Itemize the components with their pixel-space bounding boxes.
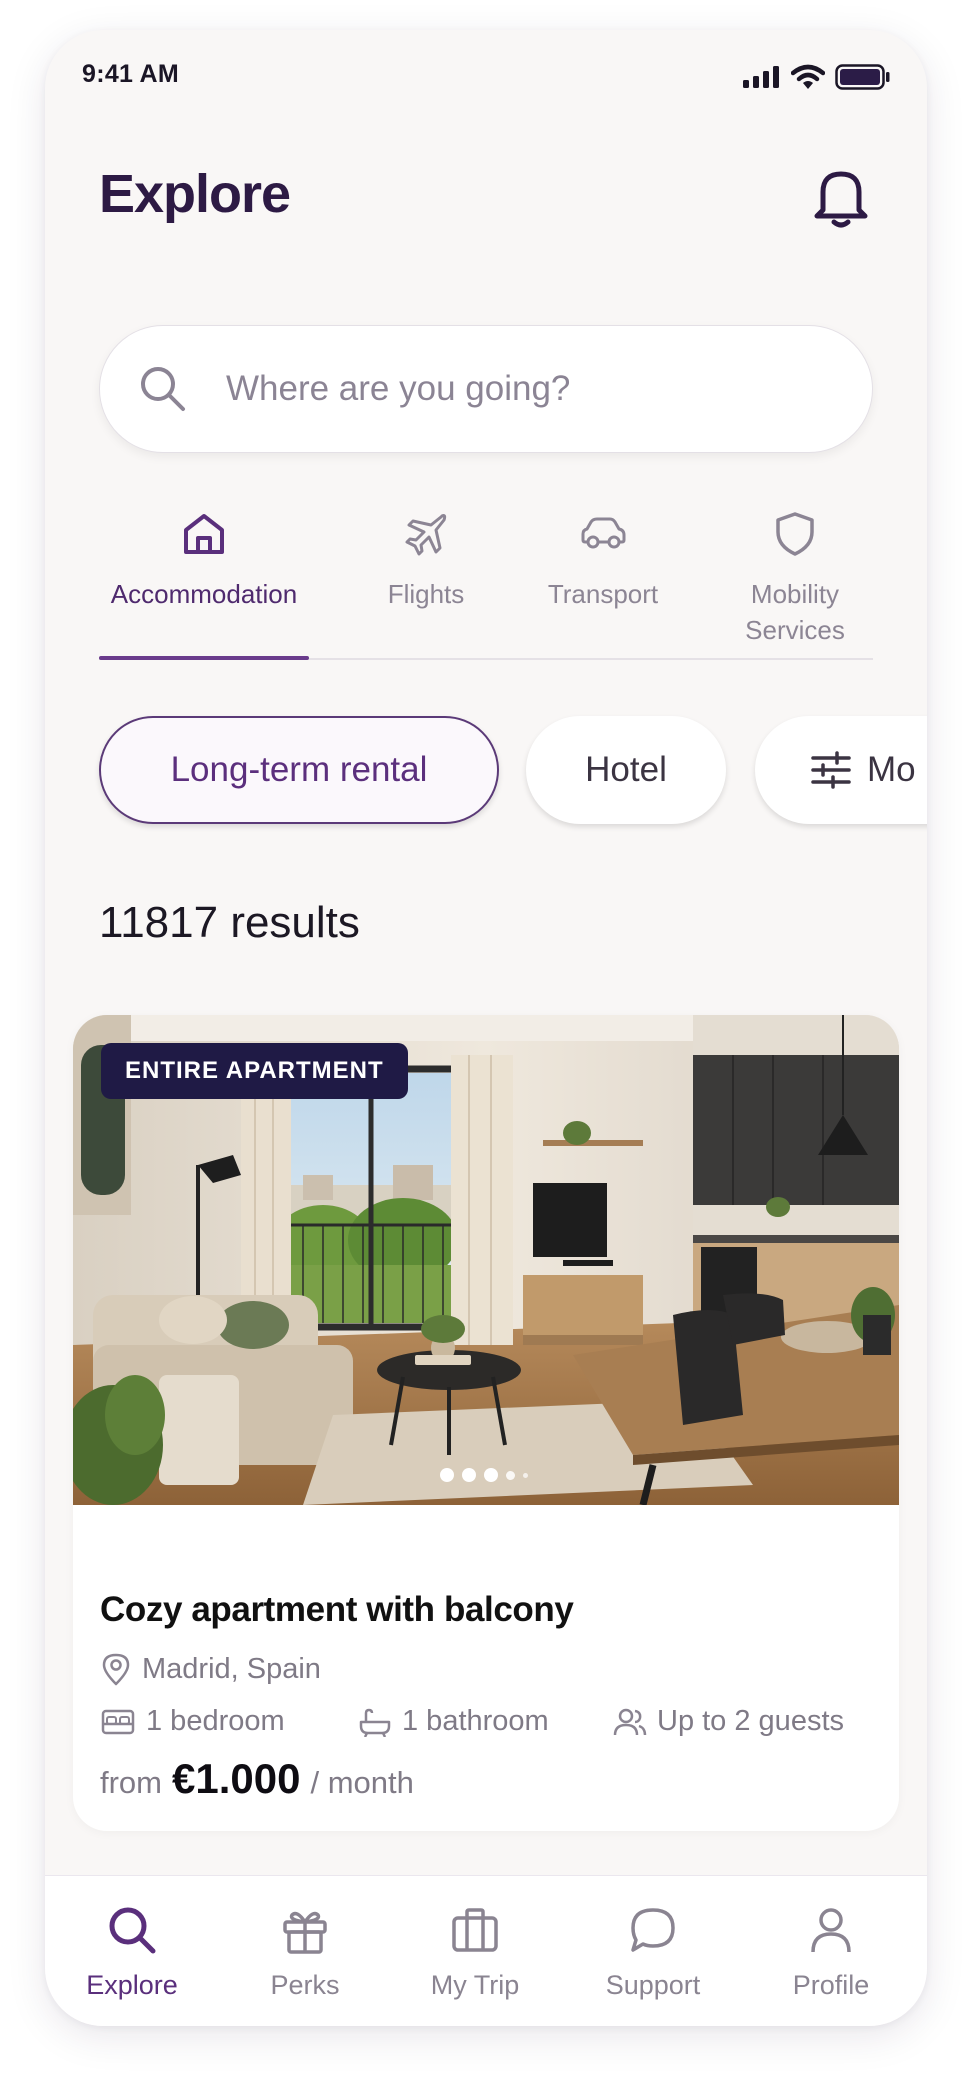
tab-label: Transport (547, 579, 659, 609)
search-icon (141, 367, 185, 411)
tab-transport[interactable]: Transport (523, 510, 683, 612)
pagination-dot-active (484, 1468, 498, 1482)
nav-my-trip[interactable]: My Trip (395, 1904, 555, 2001)
nav-support[interactable]: Support (573, 1904, 733, 2001)
chat-bubble-icon (631, 1908, 675, 1952)
listing-photo[interactable]: ENTIRE APARTMENT (73, 1015, 899, 1505)
shield-icon (776, 512, 814, 556)
bedrooms-text: 1 bedroom (146, 1705, 285, 1737)
results-count: 11817 results (99, 898, 360, 947)
nav-label: Support (605, 1970, 701, 2000)
price-period: / month (310, 1765, 414, 1800)
gift-icon (283, 1911, 327, 1954)
nav-perks[interactable]: Perks (225, 1904, 385, 2001)
nav-label: Explore (86, 1970, 178, 2000)
pagination-dot (462, 1468, 476, 1482)
page-title: Explore (99, 164, 291, 224)
phone-screen: 9:41 AM Explore Where are you going? Acc… (45, 30, 927, 2026)
location-text: Madrid, Spain (142, 1652, 321, 1685)
guests-text: Up to 2 guests (657, 1705, 844, 1737)
bottom-navigation: Explore Perks My Trip Support Profile (45, 1875, 927, 2026)
cellular-signal-icon (743, 66, 779, 88)
listing-card[interactable]: ENTIRE APARTMENT Cozy apartment with bal… (73, 1015, 899, 1831)
bed-icon (101, 1709, 135, 1734)
bell-icon (814, 171, 868, 228)
active-tab-indicator (99, 656, 309, 660)
search-bar[interactable] (99, 325, 873, 453)
status-time: 9:41 AM (82, 60, 180, 88)
search-input[interactable] (226, 356, 826, 422)
tab-label-line2: Services (745, 615, 845, 645)
nav-explore[interactable]: Explore (52, 1904, 212, 2001)
tab-mobility-services[interactable]: Mobility Services (715, 510, 875, 648)
price-amount: €1.000 (172, 1755, 301, 1802)
plane-icon (405, 514, 447, 556)
listing-title[interactable]: Cozy apartment with balcony (100, 1590, 574, 1630)
nav-label: My Trip (430, 1970, 520, 2000)
status-icons (743, 64, 891, 90)
pagination-dot (440, 1468, 454, 1482)
notifications-button[interactable] (809, 164, 873, 232)
car-icon (581, 517, 626, 549)
chip-more-label: Mo (867, 750, 916, 789)
listing-guests: Up to 2 guests (613, 1705, 844, 1738)
photo-pagination-dots[interactable] (440, 1468, 528, 1482)
tab-flights[interactable]: Flights (351, 510, 501, 612)
listing-price: from €1.000 / month (100, 1755, 414, 1803)
pagination-dot (506, 1470, 515, 1480)
user-icon (811, 1908, 851, 1953)
tab-label: Flights (387, 579, 465, 609)
home-icon (184, 514, 224, 554)
guests-icon (613, 1708, 647, 1735)
battery-icon (835, 64, 890, 90)
nav-profile[interactable]: Profile (751, 1904, 911, 2001)
briefcase-icon (452, 1908, 498, 1952)
chip-long-term-rental[interactable]: Long-term rental (99, 716, 499, 824)
chip-hotel[interactable]: Hotel (526, 716, 726, 824)
sliders-icon (811, 751, 851, 789)
tab-label: Accommodation (110, 579, 298, 609)
listing-location: Madrid, Spain (100, 1652, 321, 1686)
nav-label: Perks (270, 1970, 340, 2000)
wifi-icon (791, 64, 825, 89)
price-prefix: from (100, 1765, 162, 1800)
bathrooms-text: 1 bathroom (402, 1705, 549, 1737)
listing-type-badge: ENTIRE APARTMENT (101, 1043, 408, 1099)
tab-accommodation[interactable]: Accommodation (99, 510, 309, 612)
tab-label: Mobility (750, 579, 840, 609)
pagination-dot (523, 1472, 528, 1478)
chip-more-filters[interactable]: Mo (755, 716, 927, 824)
listing-bathrooms: 1 bathroom (358, 1705, 549, 1738)
listing-bedrooms: 1 bedroom (100, 1705, 285, 1738)
location-pin-icon (102, 1653, 130, 1686)
search-icon (109, 1907, 156, 1954)
bathtub-icon (359, 1708, 391, 1737)
nav-label: Profile (792, 1970, 870, 2000)
